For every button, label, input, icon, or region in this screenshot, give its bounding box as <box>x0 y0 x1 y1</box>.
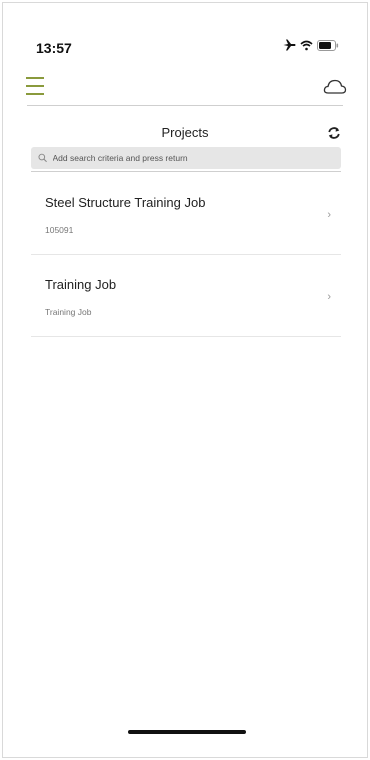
refresh-icon[interactable] <box>327 126 341 140</box>
app-bar <box>3 69 367 107</box>
search-input[interactable] <box>52 153 341 163</box>
project-number: 105091 <box>45 225 74 235</box>
project-name: Steel Structure Training Job <box>45 195 206 210</box>
airplane-icon <box>283 39 296 51</box>
search-divider <box>31 171 341 172</box>
projects-header: Projects <box>3 121 367 145</box>
project-name: Training Job <box>45 277 117 292</box>
wifi-icon <box>300 40 313 50</box>
status-icons <box>283 39 339 51</box>
menu-icon[interactable] <box>25 75 49 97</box>
battery-icon <box>317 39 339 51</box>
status-bar: 13:57 <box>3 3 367 63</box>
page-title: Projects <box>161 125 209 140</box>
cloud-icon[interactable] <box>323 77 347 97</box>
search-icon <box>38 153 47 163</box>
status-time: 13:57 <box>36 40 72 56</box>
project-list: Steel Structure Training Job 105091 › Tr… <box>31 173 341 337</box>
phone-screen: 13:57 Projects Add search criteria and p… <box>2 2 368 758</box>
project-subtitle: Training Job <box>45 307 92 317</box>
search-bar <box>31 147 341 169</box>
home-indicator[interactable] <box>128 730 246 734</box>
chevron-right-icon: › <box>327 209 331 221</box>
project-row[interactable]: Steel Structure Training Job 105091 › <box>31 173 341 255</box>
chevron-right-icon: › <box>327 291 331 303</box>
project-row[interactable]: Training Job Training Job › <box>31 255 341 337</box>
app-bar-divider <box>27 105 343 106</box>
